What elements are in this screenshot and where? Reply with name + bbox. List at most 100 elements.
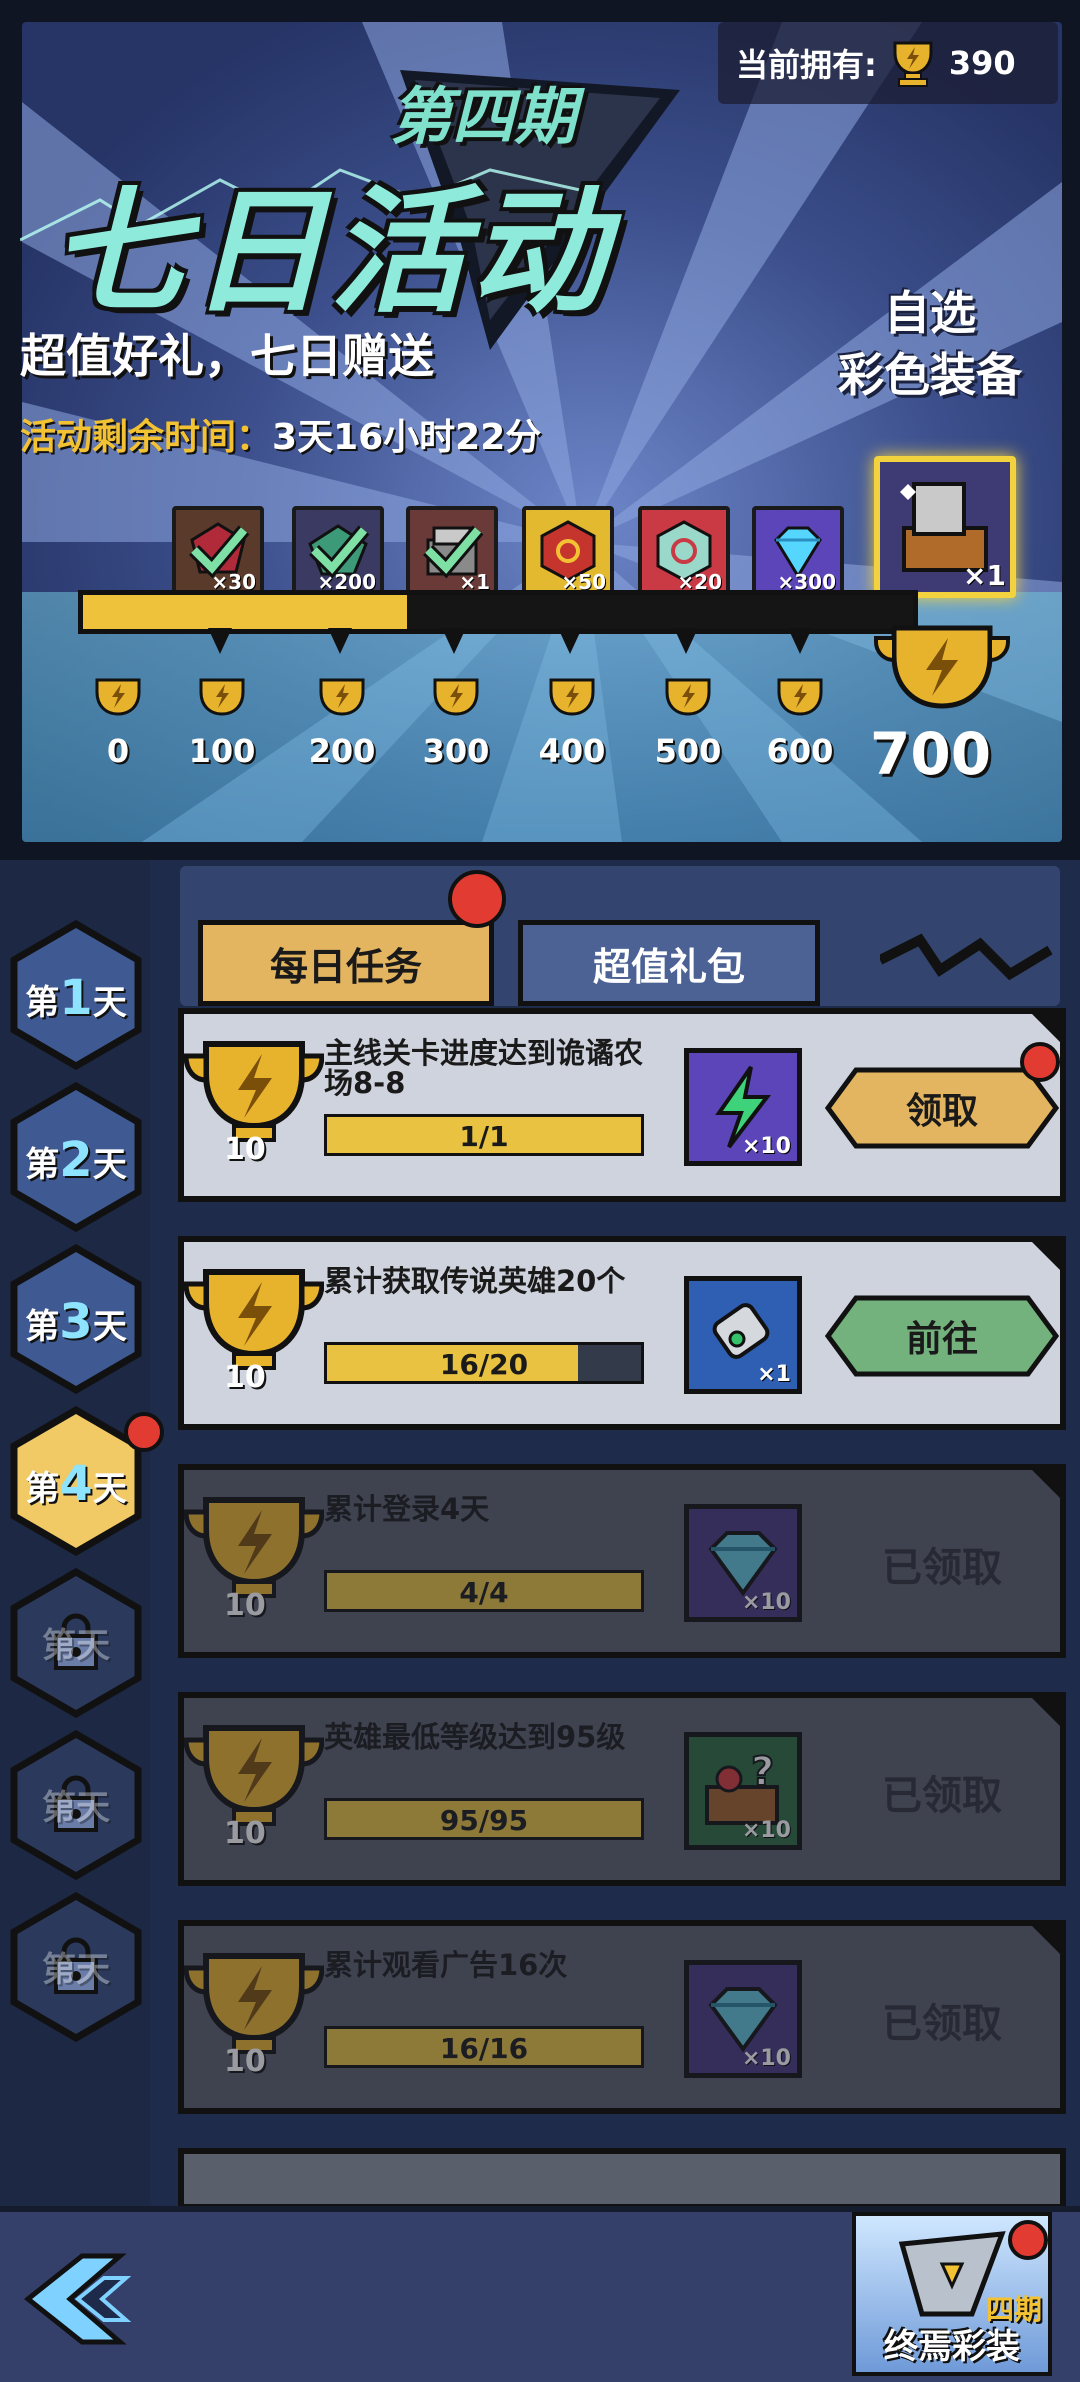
trophy-icon (549, 678, 595, 716)
milestone-value: 0 (106, 732, 130, 770)
task-reward-qty: ×10 (741, 1590, 791, 1615)
day-tab-2[interactable]: 第2天 (10, 1081, 142, 1233)
task-points: 10 (224, 2044, 266, 2079)
day-tab-7[interactable]: 第天 (10, 1891, 142, 2043)
task-progress-text: 1/1 (459, 1120, 509, 1153)
claimed-status: 已领取 (882, 2001, 1002, 2047)
task-card-partial (178, 2148, 1066, 2210)
claim-button-label: 领取 (905, 1091, 978, 1132)
milestone-value: 600 (766, 732, 834, 770)
reward-spiral-rune[interactable]: ×20 (638, 506, 730, 598)
milestone-pin (208, 628, 232, 654)
go-button[interactable]: 前往 (824, 1294, 1060, 1378)
points-progress-fill (83, 595, 407, 629)
milestone-5: 500 (648, 676, 728, 770)
task-description: 累计登录4天 (324, 1492, 490, 1526)
day-label: 第天 (42, 1950, 110, 1990)
reward-red-rune[interactable]: ×50 (522, 506, 614, 598)
owned-value: 390 (948, 44, 1016, 82)
claimed-status: 已领取 (882, 1773, 1002, 1819)
day-tab-4[interactable]: 第4天 (10, 1405, 142, 1557)
day-label: 第3天 (25, 1294, 127, 1350)
milestone-6: 600 (760, 676, 840, 770)
notification-dot (1020, 1042, 1060, 1082)
task-card: 10 累计登录4天 4/4 ×10 已领取 (178, 1464, 1066, 1658)
task-description: 累计获取传说英雄20个 (324, 1264, 626, 1298)
notification-dot (1008, 2220, 1048, 2260)
day-tab-6[interactable]: 第天 (10, 1729, 142, 1881)
tab-value-pack[interactable]: 超值礼包 (518, 920, 820, 1006)
remaining-time-label: 活动剩余时间： (20, 417, 273, 458)
task-reward-item[interactable]: ? ×10 (684, 1732, 802, 1850)
milestone-pin (328, 628, 352, 654)
skin-label: 终焉彩装 (884, 2327, 1020, 2367)
trophy-icon (433, 678, 479, 716)
remaining-time-value: 3天16小时22分 (272, 417, 542, 458)
day-label: 第1天 (25, 970, 127, 1026)
task-card: 10 英雄最低等级达到95级 95/95? ×10 已领取 (178, 1692, 1066, 1886)
event-slogan: 超值好礼，七日赠送 (20, 329, 434, 383)
trophy-icon (199, 678, 245, 716)
card-corner-decoration (1026, 1464, 1066, 1504)
milestone-4: 400 (532, 676, 612, 770)
day-label: 第2天 (25, 1132, 127, 1188)
task-points: 10 (224, 1132, 266, 1167)
milestone-1: 100 (182, 676, 262, 770)
day-label: 第4天 (25, 1456, 127, 1512)
task-card: 10 累计观看广告16次 16/16 ×10 已领取 (178, 1920, 1066, 2114)
go-button-label: 前往 (905, 1319, 978, 1360)
day-tab-3[interactable]: 第3天 (10, 1243, 142, 1395)
claimed-status: 已领取 (882, 1545, 1002, 1591)
milestone-pin (442, 628, 466, 654)
tab-daily-tasks[interactable]: 每日任务 (198, 920, 494, 1006)
task-progress-text: 4/4 (459, 1576, 509, 1609)
card-corner-decoration (1026, 1920, 1066, 1960)
event-title-logo: 第四期 七日活动 (19, 50, 700, 350)
day-tab-5[interactable]: 第天 (10, 1567, 142, 1719)
notification-dot (448, 870, 506, 928)
day-label: 第天 (42, 1788, 110, 1828)
reward-emerald-gem[interactable]: ×200 (292, 506, 384, 598)
milestone-pin (558, 628, 582, 654)
milestone-value: 300 (422, 732, 490, 770)
svg-text:?: ? (751, 1749, 774, 1795)
task-progress-bar: 16/20 (324, 1342, 644, 1384)
trophy-icon (777, 678, 823, 716)
task-reward-item[interactable]: ×10 (684, 1504, 802, 1622)
task-progress-text: 16/20 (439, 1348, 529, 1381)
trophy-icon (95, 678, 141, 716)
pick-line-1: 自选 (884, 286, 976, 340)
milestone-pin (788, 628, 812, 654)
trophy-icon (893, 41, 933, 87)
trophy-icon (665, 678, 711, 716)
task-card: 10 主线关卡进度达到诡谲农场8-8 1/1 ×10 领取 (178, 1008, 1066, 1202)
reward-ruby-gem[interactable]: ×30 (172, 506, 264, 598)
trophy-icon (319, 678, 365, 716)
task-reward-item[interactable]: ×10 (684, 1048, 802, 1166)
task-progress-text: 16/16 (439, 2032, 529, 2065)
pick-equipment-title: 自选 彩色装备 (820, 282, 1040, 406)
task-progress-bar: 1/1 (324, 1114, 644, 1156)
task-reward-qty: ×1 (757, 1362, 791, 1387)
task-card: 10 累计获取传说英雄20个 16/20 ×1 前往 (178, 1236, 1066, 1430)
task-reward-item[interactable]: ×10 (684, 1960, 802, 2078)
reward-scroll-chest[interactable]: ×1 (406, 506, 498, 598)
event-title: 七日活动 (50, 174, 610, 332)
task-reward-item[interactable]: ×1 (684, 1276, 802, 1394)
day-tab-1[interactable]: 第1天 (10, 919, 142, 1071)
task-points: 10 (224, 1360, 266, 1395)
reward-equipment-chest[interactable]: ×1 (874, 456, 1016, 598)
claim-button[interactable]: 领取 (824, 1066, 1060, 1150)
crack-decoration-icon (880, 933, 1053, 981)
task-points: 10 (224, 1816, 266, 1851)
owned-counter: 当前拥有: 390 (718, 22, 1058, 104)
reward-diamond[interactable]: ×300 (752, 506, 844, 598)
final-milestone-value: 700 (870, 720, 992, 788)
card-corner-decoration (1026, 1008, 1066, 1048)
milestone-0: 0 (78, 676, 158, 770)
task-progress-bar: 16/16 (324, 2026, 644, 2068)
task-progress-bar: 4/4 (324, 1570, 644, 1612)
task-description: 累计观看广告16次 (324, 1948, 568, 1982)
back-icon[interactable] (20, 2244, 150, 2354)
milestone-value: 500 (654, 732, 722, 770)
